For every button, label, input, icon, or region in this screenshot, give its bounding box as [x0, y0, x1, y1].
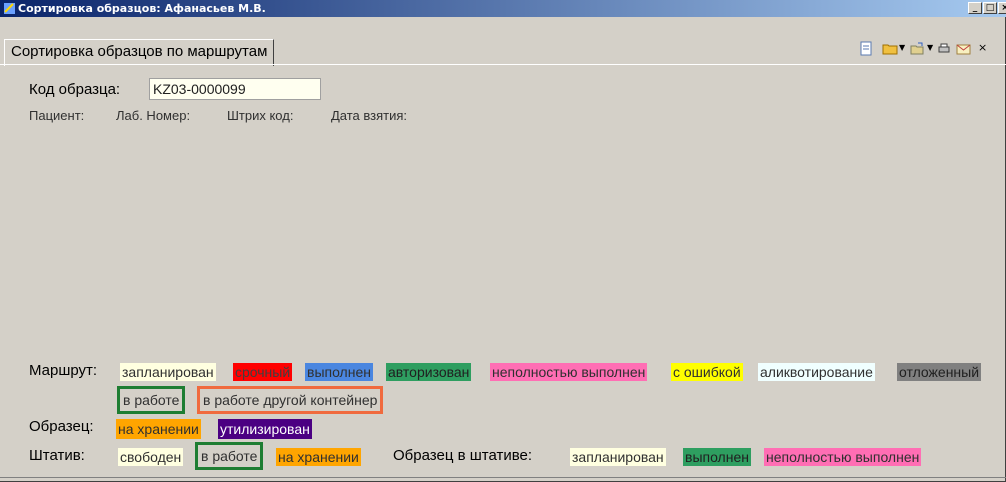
app-window: Сортировка образцов: Афанасьев М.В. _ □ …	[0, 0, 1006, 482]
bottom-divider	[0, 477, 1006, 478]
sample-code-input[interactable]: KZ03-0000099	[149, 78, 321, 100]
sample-legend-label: Образец:	[29, 418, 94, 435]
document-icon[interactable]	[858, 41, 874, 57]
print-icon[interactable]	[937, 42, 951, 56]
toolbar: ▼ ▼ ×	[858, 41, 1006, 61]
close-window-button[interactable]: ×	[998, 2, 1006, 14]
title-bar: Сортировка образцов: Афанасьев М.В. _ □ …	[0, 0, 1006, 17]
legend-item: на хранении	[276, 448, 361, 466]
route-legend-label: Маршрут:	[29, 362, 98, 379]
legend-item: утилизирован	[218, 419, 312, 439]
legend-item: неполностью выполнен	[764, 448, 922, 466]
app-icon	[4, 3, 15, 14]
minimize-icon: _	[972, 3, 978, 13]
folder-icon[interactable]	[882, 41, 898, 57]
legend-item: выполнен	[305, 363, 373, 381]
legend-item: неполностью выполнен	[490, 363, 648, 381]
legend-item: с ошибкой	[671, 363, 743, 381]
patient-label: Пациент:	[29, 108, 85, 123]
rack-legend-label: Штатив:	[29, 447, 85, 464]
legend-item-boxed: в работе	[117, 386, 186, 414]
date-taken-label: Дата взятия:	[331, 108, 408, 123]
legend-item: запланирован	[570, 448, 666, 466]
close-icon[interactable]: ×	[978, 41, 987, 54]
tab-bar: Сортировка образцов по маршрутам	[0, 17, 1006, 66]
legend-item: на хранении	[116, 419, 201, 439]
legend-item-boxed: в работе другой контейнер	[197, 386, 384, 414]
barcode-label: Штрих код:	[227, 108, 294, 123]
mail-icon[interactable]	[956, 43, 972, 56]
maximize-button[interactable]: □	[983, 2, 997, 14]
open-icon[interactable]	[910, 41, 926, 57]
lab-number-label: Лаб. Номер:	[116, 108, 191, 123]
legend-item: выполнен	[683, 448, 751, 466]
close-icon: ×	[1001, 3, 1006, 13]
tab-divider	[0, 64, 1006, 65]
legend-item: свободен	[118, 448, 184, 466]
legend-item: отложенный	[897, 363, 982, 381]
dropdown-arrow-icon[interactable]: ▼	[927, 43, 933, 52]
legend-item: аликвотирование	[758, 363, 875, 381]
sample-code-label: Код образца:	[29, 81, 121, 98]
legend-item: срочный	[233, 363, 293, 381]
legend-item-boxed: в работе	[195, 442, 264, 470]
tab-sample-sorting[interactable]: Сортировка образцов по маршрутам	[4, 39, 275, 66]
minimize-button[interactable]: _	[968, 2, 982, 14]
legend-item: авторизован	[386, 363, 472, 381]
maximize-icon: □	[985, 3, 995, 13]
dropdown-arrow-icon[interactable]: ▼	[899, 43, 905, 52]
window-title: Сортировка образцов: Афанасьев М.В.	[18, 2, 266, 15]
legend-item: запланирован	[120, 363, 216, 381]
sample-in-rack-legend-label: Образец в штативе:	[393, 447, 533, 464]
